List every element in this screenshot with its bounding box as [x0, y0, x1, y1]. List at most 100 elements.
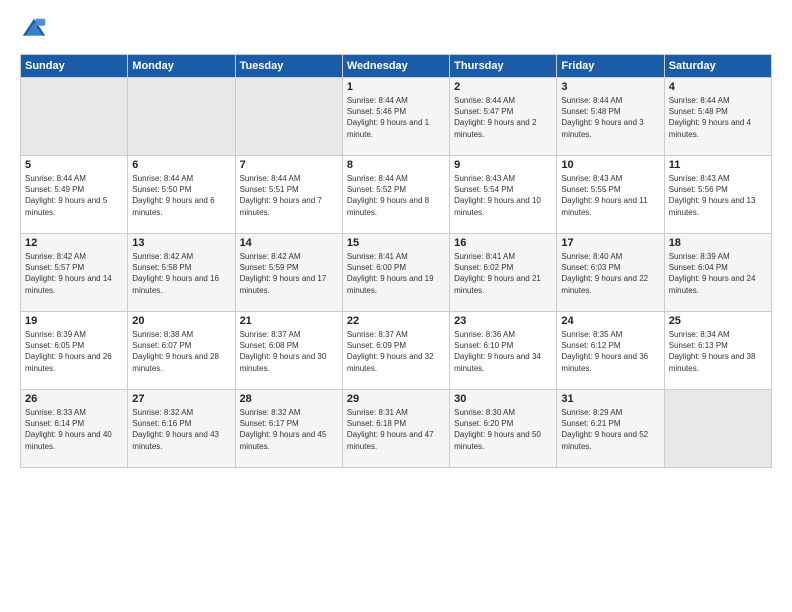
day-info: Sunrise: 8:36 AMSunset: 6:10 PMDaylight:…: [454, 329, 552, 374]
day-number: 1: [347, 81, 445, 93]
day-info: Sunrise: 8:42 AMSunset: 5:57 PMDaylight:…: [25, 251, 123, 296]
day-number: 29: [347, 393, 445, 405]
day-cell: 3Sunrise: 8:44 AMSunset: 5:48 PMDaylight…: [557, 78, 664, 156]
day-cell: 26 Sunrise: 8:33 AMSunset: 6:14 PMDayligh…: [21, 390, 128, 468]
day-cell: 27Sunrise: 8:32 AMSunset: 6:16 PMDayligh…: [128, 390, 235, 468]
day-cell: 13Sunrise: 8:42 AMSunset: 5:58 PMDayligh…: [128, 234, 235, 312]
day-number: 8: [347, 159, 445, 171]
day-number: 18: [669, 237, 767, 249]
day-number: 21: [240, 315, 338, 327]
day-header-sunday: Sunday: [21, 55, 128, 78]
day-number: 27: [132, 393, 230, 405]
day-number: 4: [669, 81, 767, 93]
day-info: Sunrise: 8:40 AMSunset: 6:03 PMDaylight:…: [561, 251, 659, 296]
day-cell: 17Sunrise: 8:40 AMSunset: 6:03 PMDayligh…: [557, 234, 664, 312]
day-header-thursday: Thursday: [450, 55, 557, 78]
day-number: 19: [25, 315, 123, 327]
day-number: 23: [454, 315, 552, 327]
day-cell: 23 Sunrise: 8:36 AMSunset: 6:10 PMDayligh…: [450, 312, 557, 390]
day-cell: 20 Sunrise: 8:38 AMSunset: 6:07 PMDayligh…: [128, 312, 235, 390]
day-info: Sunrise: 8:35 AMSunset: 6:12 PMDaylight:…: [561, 329, 659, 374]
day-info: Sunrise: 8:44 AMSunset: 5:46 PMDaylight:…: [347, 95, 445, 140]
day-info: Sunrise: 8:44 AMSunset: 5:47 PMDaylight:…: [454, 95, 552, 140]
day-number: 6: [132, 159, 230, 171]
day-info: Sunrise: 8:38 AMSunset: 6:07 PMDaylight:…: [132, 329, 230, 374]
day-cell: 11 Sunrise: 8:43 AMSunset: 5:56 PMDayligh…: [664, 156, 771, 234]
day-number: 26: [25, 393, 123, 405]
day-cell: 21 Sunrise: 8:37 AMSunset: 6:08 PMDayligh…: [235, 312, 342, 390]
day-number: 28: [240, 393, 338, 405]
day-number: 5: [25, 159, 123, 171]
day-info: Sunrise: 8:29 AMSunset: 6:21 PMDaylight:…: [561, 407, 659, 452]
day-cell: 2Sunrise: 8:44 AMSunset: 5:47 PMDaylight…: [450, 78, 557, 156]
day-info: Sunrise: 8:44 AMSunset: 5:52 PMDaylight:…: [347, 173, 445, 218]
day-cell: [664, 390, 771, 468]
day-cell: 18 Sunrise: 8:39 AMSunset: 6:04 PMDayligh…: [664, 234, 771, 312]
day-cell: [21, 78, 128, 156]
day-cell: 25 Sunrise: 8:34 AMSunset: 6:13 PMDayligh…: [664, 312, 771, 390]
day-cell: 1 Sunrise: 8:44 AMSunset: 5:46 PMDaylight…: [342, 78, 449, 156]
day-info: Sunrise: 8:37 AMSunset: 6:09 PMDaylight:…: [347, 329, 445, 374]
day-info: Sunrise: 8:39 AMSunset: 6:04 PMDaylight:…: [669, 251, 767, 296]
day-info: Sunrise: 8:43 AMSunset: 5:56 PMDaylight:…: [669, 173, 767, 218]
day-number: 22: [347, 315, 445, 327]
day-info: Sunrise: 8:37 AMSunset: 6:08 PMDaylight:…: [240, 329, 338, 374]
day-info: Sunrise: 8:42 AMSunset: 5:58 PMDaylight:…: [132, 251, 230, 296]
day-cell: 4 Sunrise: 8:44 AMSunset: 5:48 PMDaylight…: [664, 78, 771, 156]
week-row-3: 12 Sunrise: 8:42 AMSunset: 5:57 PMDayligh…: [21, 234, 772, 312]
day-cell: 14 Sunrise: 8:42 AMSunset: 5:59 PMDayligh…: [235, 234, 342, 312]
day-info: Sunrise: 8:41 AMSunset: 6:00 PMDaylight:…: [347, 251, 445, 296]
day-info: Sunrise: 8:44 AMSunset: 5:50 PMDaylight:…: [132, 173, 230, 218]
day-cell: 24 Sunrise: 8:35 AMSunset: 6:12 PMDayligh…: [557, 312, 664, 390]
day-cell: [235, 78, 342, 156]
day-cell: 29 Sunrise: 8:31 AMSunset: 6:18 PMDayligh…: [342, 390, 449, 468]
day-number: 30: [454, 393, 552, 405]
day-info: Sunrise: 8:32 AMSunset: 6:17 PMDaylight:…: [240, 407, 338, 452]
header: [20, 16, 772, 44]
day-number: 11: [669, 159, 767, 171]
day-cell: 19 Sunrise: 8:39 AMSunset: 6:05 PMDayligh…: [21, 312, 128, 390]
day-cell: 22 Sunrise: 8:37 AMSunset: 6:09 PMDayligh…: [342, 312, 449, 390]
day-cell: 6 Sunrise: 8:44 AMSunset: 5:50 PMDaylight…: [128, 156, 235, 234]
week-row-4: 19 Sunrise: 8:39 AMSunset: 6:05 PMDayligh…: [21, 312, 772, 390]
day-info: Sunrise: 8:44 AMSunset: 5:48 PMDaylight:…: [669, 95, 767, 140]
day-number: 12: [25, 237, 123, 249]
day-info: Sunrise: 8:44 AMSunset: 5:51 PMDaylight:…: [240, 173, 338, 218]
day-header-saturday: Saturday: [664, 55, 771, 78]
day-header-friday: Friday: [557, 55, 664, 78]
day-info: Sunrise: 8:44 AMSunset: 5:49 PMDaylight:…: [25, 173, 123, 218]
day-info: Sunrise: 8:33 AMSunset: 6:14 PMDaylight:…: [25, 407, 123, 452]
day-cell: 15Sunrise: 8:41 AMSunset: 6:00 PMDayligh…: [342, 234, 449, 312]
day-cell: 5 Sunrise: 8:44 AMSunset: 5:49 PMDaylight…: [21, 156, 128, 234]
day-info: Sunrise: 8:41 AMSunset: 6:02 PMDaylight:…: [454, 251, 552, 296]
day-cell: 28 Sunrise: 8:32 AMSunset: 6:17 PMDayligh…: [235, 390, 342, 468]
day-info: Sunrise: 8:34 AMSunset: 6:13 PMDaylight:…: [669, 329, 767, 374]
day-info: Sunrise: 8:39 AMSunset: 6:05 PMDaylight:…: [25, 329, 123, 374]
day-cell: 8 Sunrise: 8:44 AMSunset: 5:52 PMDaylight…: [342, 156, 449, 234]
day-header-row: SundayMondayTuesdayWednesdayThursdayFrid…: [21, 55, 772, 78]
day-number: 14: [240, 237, 338, 249]
day-info: Sunrise: 8:44 AMSunset: 5:48 PMDaylight:…: [561, 95, 659, 140]
day-info: Sunrise: 8:30 AMSunset: 6:20 PMDaylight:…: [454, 407, 552, 452]
day-cell: 31Sunrise: 8:29 AMSunset: 6:21 PMDayligh…: [557, 390, 664, 468]
day-info: Sunrise: 8:43 AMSunset: 5:55 PMDaylight:…: [561, 173, 659, 218]
day-cell: 16 Sunrise: 8:41 AMSunset: 6:02 PMDayligh…: [450, 234, 557, 312]
day-info: Sunrise: 8:31 AMSunset: 6:18 PMDaylight:…: [347, 407, 445, 452]
week-row-2: 5 Sunrise: 8:44 AMSunset: 5:49 PMDaylight…: [21, 156, 772, 234]
calendar-page: SundayMondayTuesdayWednesdayThursdayFrid…: [0, 0, 792, 612]
day-info: Sunrise: 8:42 AMSunset: 5:59 PMDaylight:…: [240, 251, 338, 296]
day-number: 20: [132, 315, 230, 327]
day-number: 25: [669, 315, 767, 327]
day-header-monday: Monday: [128, 55, 235, 78]
calendar-table: SundayMondayTuesdayWednesdayThursdayFrid…: [20, 54, 772, 468]
day-number: 7: [240, 159, 338, 171]
day-cell: 10Sunrise: 8:43 AMSunset: 5:55 PMDayligh…: [557, 156, 664, 234]
logo: [20, 16, 52, 44]
day-number: 24: [561, 315, 659, 327]
day-cell: 30 Sunrise: 8:30 AMSunset: 6:20 PMDayligh…: [450, 390, 557, 468]
day-number: 16: [454, 237, 552, 249]
day-cell: 12 Sunrise: 8:42 AMSunset: 5:57 PMDayligh…: [21, 234, 128, 312]
week-row-5: 26 Sunrise: 8:33 AMSunset: 6:14 PMDayligh…: [21, 390, 772, 468]
day-cell: 9Sunrise: 8:43 AMSunset: 5:54 PMDaylight…: [450, 156, 557, 234]
day-header-wednesday: Wednesday: [342, 55, 449, 78]
